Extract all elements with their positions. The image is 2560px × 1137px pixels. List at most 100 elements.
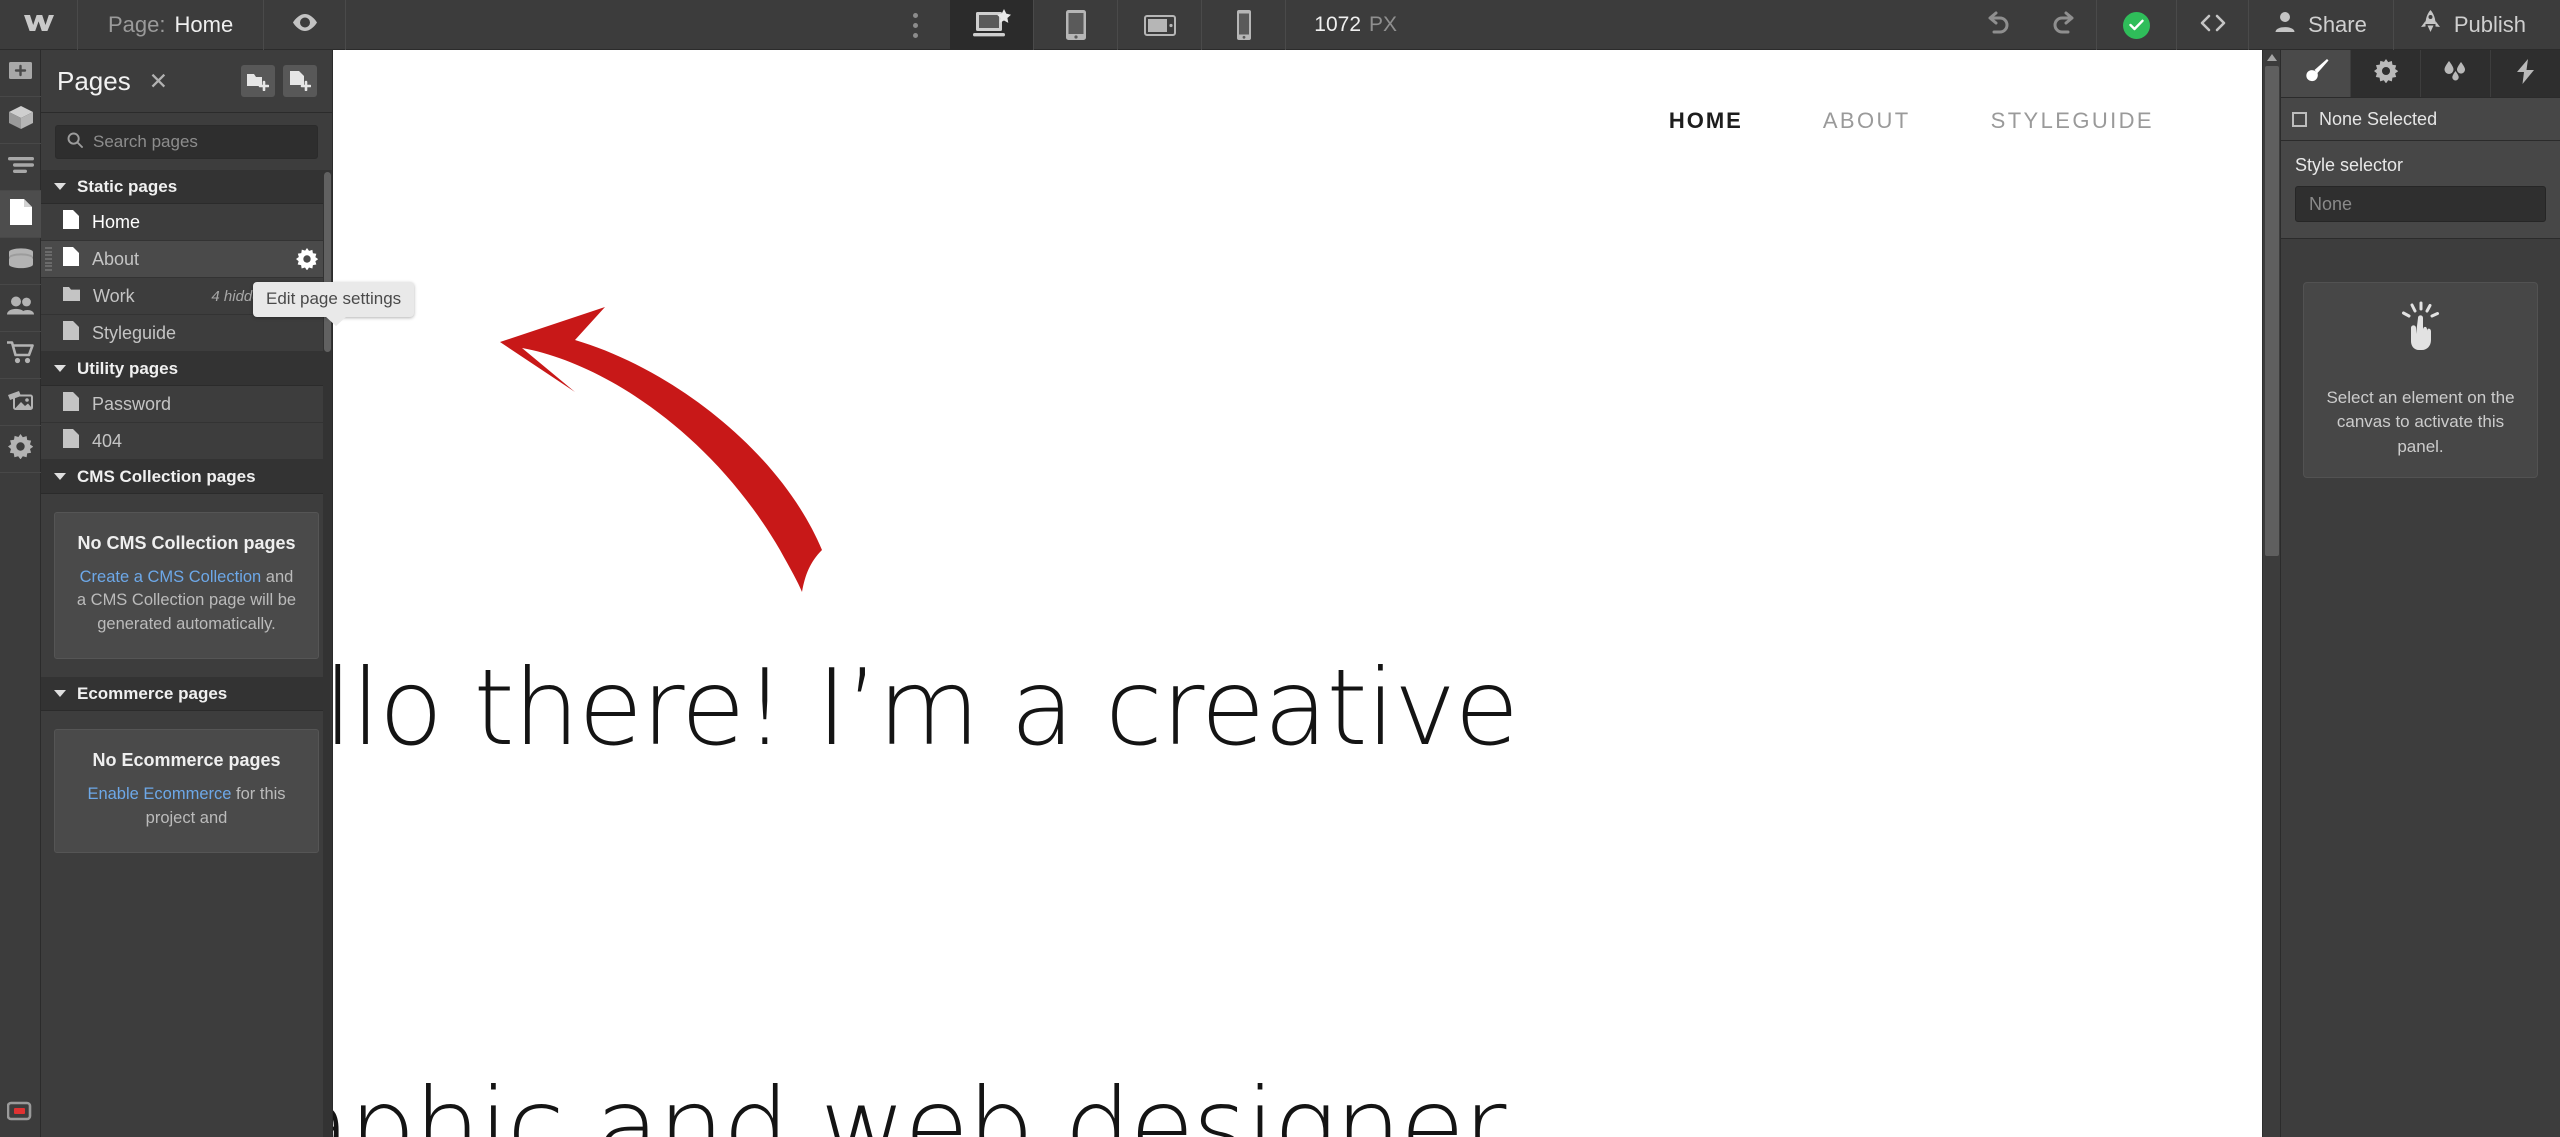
hero-heading[interactable]: Hello there! I’m a creative graphic and … xyxy=(333,360,2183,1137)
section-title: Static pages xyxy=(77,176,178,196)
section-header-utility-pages[interactable]: Utility pages xyxy=(41,352,332,386)
selected-element-label: None Selected xyxy=(2319,108,2438,129)
page-row-about[interactable]: About xyxy=(41,241,332,278)
assets-images-icon xyxy=(7,389,34,415)
site-canvas[interactable]: HOME ABOUT STYLEGUIDE Hello there! I’m a… xyxy=(333,50,2280,1137)
style-selector-field[interactable] xyxy=(2295,186,2546,222)
canvas-scrollbar[interactable] xyxy=(2262,50,2280,1137)
pages-panel-title: Pages xyxy=(57,65,131,96)
preview-toggle-button[interactable] xyxy=(264,0,347,50)
share-label: Share xyxy=(2308,12,2367,37)
drag-handle-icon[interactable] xyxy=(45,247,52,271)
save-status-indicator[interactable] xyxy=(2097,0,2178,50)
gear-icon xyxy=(2373,59,2398,88)
canvas-scrollbar-thumb[interactable] xyxy=(2265,66,2279,556)
rail-item-video[interactable] xyxy=(0,1090,41,1137)
page-name-label: Password xyxy=(92,393,172,414)
page-row-styleguide[interactable]: Styleguide xyxy=(41,315,332,352)
page-settings-gear-icon[interactable] xyxy=(296,248,318,270)
share-button[interactable]: Share xyxy=(2249,0,2394,50)
rail-item-components[interactable] xyxy=(0,97,41,144)
pointing-hand-click-icon xyxy=(2397,301,2445,356)
person-icon xyxy=(2275,11,2295,39)
breakpoint-desktop[interactable] xyxy=(950,0,1035,50)
breakpoint-tablet[interactable] xyxy=(1034,0,1119,50)
site-nav-link-home[interactable]: HOME xyxy=(1629,108,1783,134)
page-name-label: Styleguide xyxy=(92,322,177,343)
page-file-icon xyxy=(63,321,79,345)
page-row-password[interactable]: Password xyxy=(41,386,332,423)
section-title: Utility pages xyxy=(77,358,179,378)
toolbar-spacer-left xyxy=(346,0,880,50)
ecommerce-empty-body: Enable Ecommerce for this project and xyxy=(73,783,300,830)
page-row-404[interactable]: 404 xyxy=(41,423,332,460)
section-header-static-pages[interactable]: Static pages xyxy=(41,170,332,204)
chevron-down-icon xyxy=(54,365,66,372)
style-selector-section: Style selector xyxy=(2281,141,2560,239)
more-options-button[interactable] xyxy=(880,0,950,50)
settings-gear-icon xyxy=(8,434,34,464)
rail-item-settings[interactable] xyxy=(0,426,41,473)
rail-item-navigator[interactable] xyxy=(0,144,41,191)
pages-panel-header: Pages ✕ xyxy=(41,50,332,113)
tab-settings[interactable] xyxy=(2351,50,2421,97)
tooltip-text: Edit page settings xyxy=(266,289,402,308)
rail-item-assets[interactable] xyxy=(0,379,41,426)
site-nav-link-about[interactable]: ABOUT xyxy=(1783,108,1951,134)
create-cms-collection-link[interactable]: Create a CMS Collection xyxy=(80,568,262,586)
style-selector-label: Style selector xyxy=(2295,155,2404,175)
rocket-icon xyxy=(2420,10,2441,40)
pages-search-box[interactable] xyxy=(55,125,318,159)
new-folder-button[interactable] xyxy=(241,65,275,97)
tab-style-manager[interactable] xyxy=(2421,50,2491,97)
rail-item-users[interactable] xyxy=(0,285,41,332)
rail-item-ecommerce[interactable] xyxy=(0,332,41,379)
right-panel: None Selected Style selector Select an e… xyxy=(2280,50,2560,1137)
pages-panel-actions xyxy=(241,65,317,97)
right-panel-tabs xyxy=(2281,50,2560,98)
style-selector-input[interactable] xyxy=(2309,193,2532,215)
breakpoint-tablet-landscape[interactable] xyxy=(1118,0,1203,50)
redo-button[interactable] xyxy=(2031,0,2098,50)
enable-ecommerce-link[interactable]: Enable Ecommerce xyxy=(87,785,231,803)
page-name: Home xyxy=(174,12,234,37)
section-header-ecommerce-pages[interactable]: Ecommerce pages xyxy=(41,677,332,712)
publish-button[interactable]: Publish xyxy=(2394,0,2560,50)
pages-search-wrapper xyxy=(41,113,332,170)
close-panel-button[interactable]: ✕ xyxy=(149,69,168,93)
water-drops-icon xyxy=(2442,60,2470,87)
tab-interactions[interactable] xyxy=(2491,50,2560,97)
code-brackets-icon xyxy=(2198,13,2228,38)
add-element-icon xyxy=(8,61,33,85)
scroll-up-arrow-icon[interactable] xyxy=(2267,54,2277,61)
chevron-down-icon xyxy=(54,473,66,480)
current-page-indicator[interactable]: Page: Home xyxy=(78,0,265,50)
section-header-cms-collection-pages[interactable]: CMS Collection pages xyxy=(41,460,332,494)
eye-icon xyxy=(291,13,319,37)
cms-empty-state-card: No CMS Collection pages Create a CMS Col… xyxy=(54,512,319,660)
custom-code-button[interactable] xyxy=(2177,0,2250,50)
chevron-down-icon xyxy=(54,690,66,698)
video-record-icon xyxy=(6,1101,34,1126)
users-people-icon xyxy=(7,296,34,320)
rail-item-pages[interactable] xyxy=(0,191,41,238)
page-name-label: Work xyxy=(93,285,135,306)
new-page-button[interactable] xyxy=(283,65,317,97)
right-panel-empty-state: Select an element on the canvas to activ… xyxy=(2303,282,2538,478)
search-input[interactable] xyxy=(93,132,306,152)
undo-button[interactable] xyxy=(1965,0,2031,50)
top-toolbar: Page: Home 1072 PX Share Publish xyxy=(0,0,2560,50)
element-square-icon xyxy=(2292,111,2307,127)
navigator-layers-icon xyxy=(7,156,34,178)
site-nav-link-styleguide[interactable]: STYLEGUIDE xyxy=(1951,108,2194,134)
rail-item-cms[interactable] xyxy=(0,238,41,285)
breakpoint-mobile[interactable] xyxy=(1202,0,1287,50)
search-icon xyxy=(67,132,83,153)
tab-style[interactable] xyxy=(2281,50,2351,97)
viewport-width-indicator[interactable]: 1072 PX xyxy=(1286,0,1431,50)
page-row-home[interactable]: Home xyxy=(41,204,332,241)
rail-item-add[interactable] xyxy=(0,50,41,97)
webflow-home-button[interactable] xyxy=(0,0,78,50)
page-file-icon xyxy=(63,247,79,271)
viewport-width-unit: PX xyxy=(1369,13,1398,36)
